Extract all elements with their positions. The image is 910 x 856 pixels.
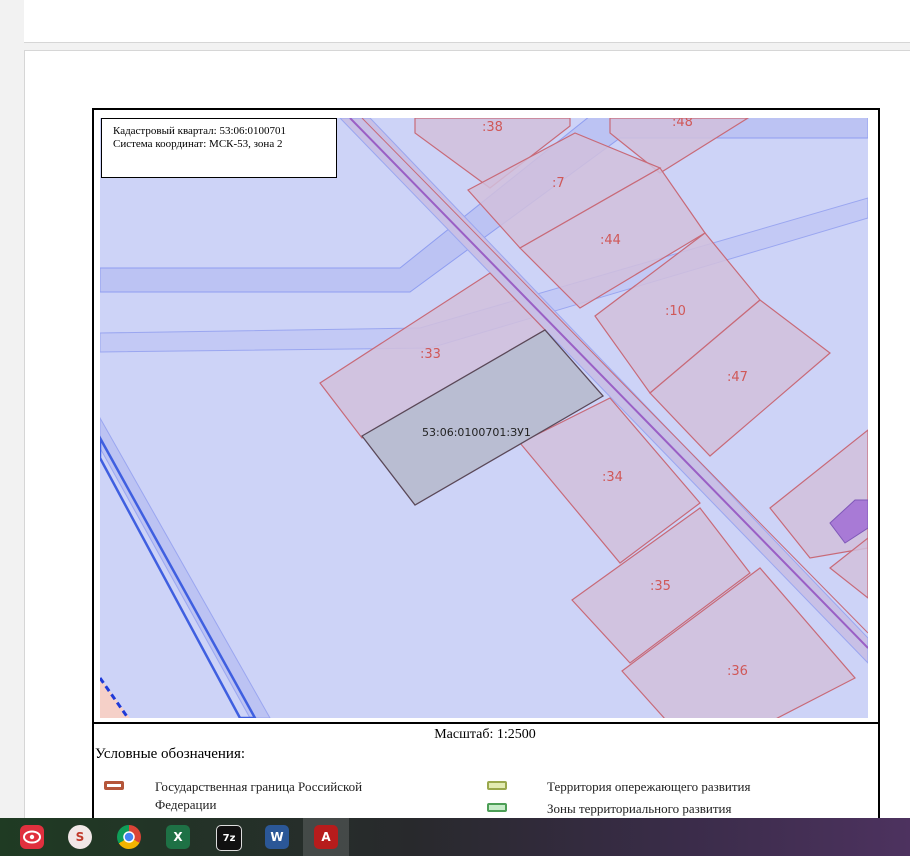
main-parcel-label: 53:06:0100701:ЗУ1 — [422, 426, 531, 439]
s-app-icon[interactable]: S — [68, 825, 92, 849]
label-33: :33 — [420, 347, 441, 362]
previous-page-area — [24, 0, 910, 43]
coord-system-text: Система координат: МСК-53, зона 2 — [113, 138, 283, 150]
7zip-icon[interactable]: 7z — [216, 825, 242, 851]
label-34: :34 — [602, 470, 623, 485]
label-7: :7 — [552, 176, 565, 191]
ocr-app-icon[interactable] — [20, 825, 44, 849]
scale-divider — [92, 722, 878, 724]
cadastral-map[interactable]: :38 :48 :7 :44 :10 :33 :47 :34 :35 :36 5… — [100, 118, 868, 718]
label-10: :10 — [665, 304, 686, 319]
label-36: :36 — [727, 664, 748, 679]
legend-item-advanced-territory: Территория опережающего развития — [547, 779, 751, 794]
chrome-icon[interactable] — [117, 825, 141, 849]
label-38: :38 — [482, 120, 503, 135]
legend-item-border-line2: Федерации — [155, 797, 217, 812]
map-canvas: :38 :48 :7 :44 :10 :33 :47 :34 :35 :36 5… — [100, 118, 868, 718]
border-line-swatch — [104, 781, 124, 790]
legend-title: Условные обозначения: — [95, 746, 246, 762]
acrobat-icon[interactable]: A — [314, 825, 338, 849]
excel-icon[interactable]: X — [166, 825, 190, 849]
label-48: :48 — [672, 118, 693, 130]
label-44: :44 — [600, 233, 621, 248]
legend-item-border-line1: Государственная граница Российской — [155, 779, 363, 794]
word-icon[interactable]: W — [265, 825, 289, 849]
development-zone-swatch — [487, 803, 507, 812]
label-47: :47 — [727, 370, 748, 385]
advanced-territory-swatch — [487, 781, 507, 790]
parcel-right — [769, 429, 868, 559]
quarter-text: Кадастровый квартал: 53:06:0100701 — [113, 125, 287, 137]
legend-item-development-zone: Зоны территориального развития — [547, 801, 732, 816]
map-info-box: Кадастровый квартал: 53:06:0100701 Систе… — [101, 118, 337, 178]
label-35: :35 — [650, 579, 671, 594]
scale-label: Масштаб: 1:2500 — [434, 727, 536, 742]
legend-item-border: Государственная граница Российской Федер… — [155, 778, 362, 814]
